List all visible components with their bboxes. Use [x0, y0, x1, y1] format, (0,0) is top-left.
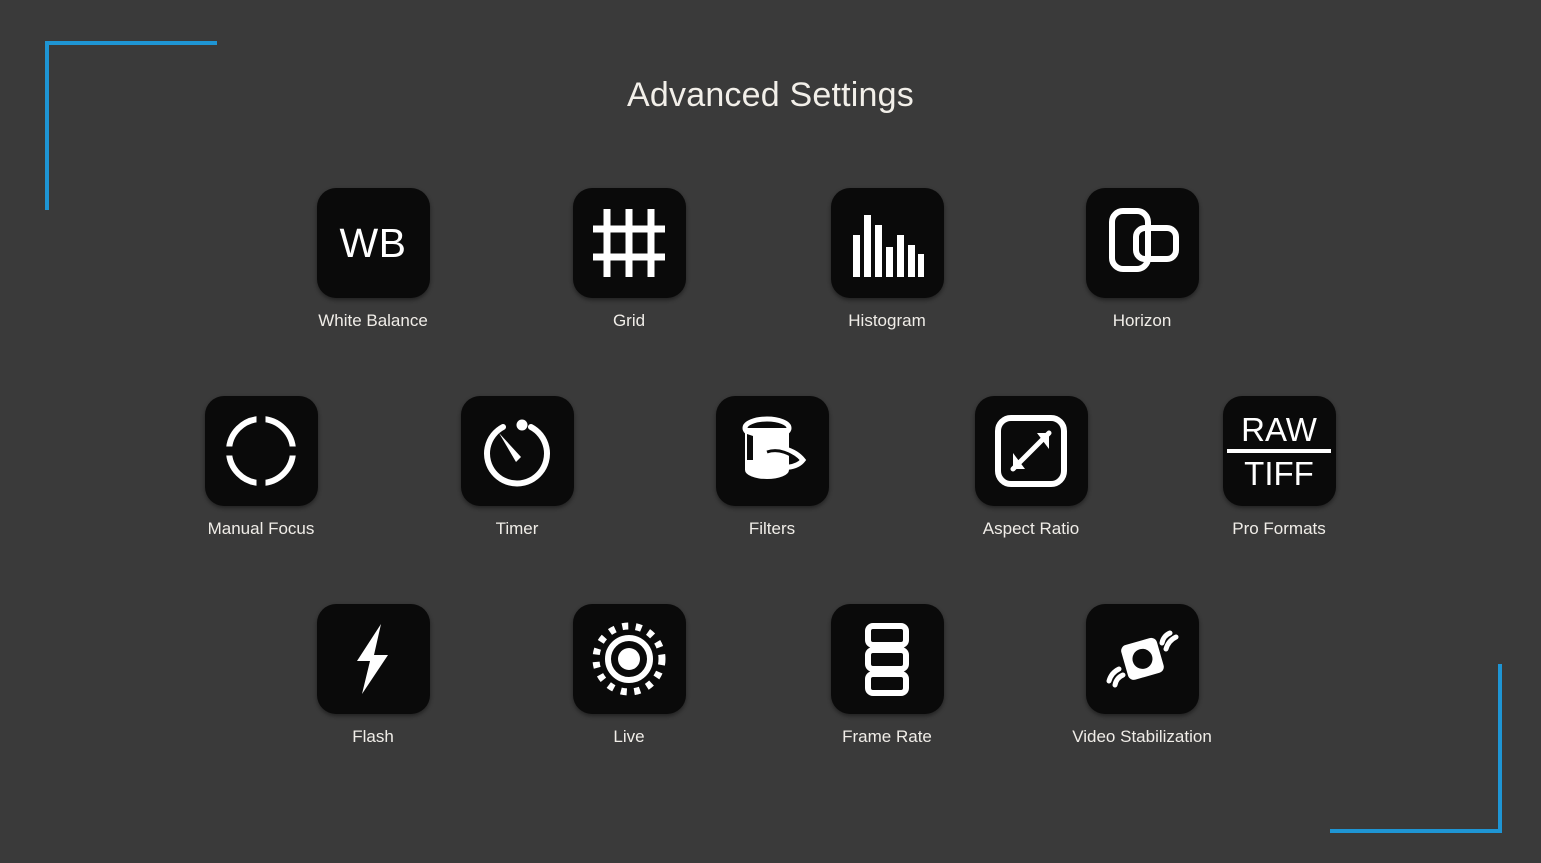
setting-label: Grid — [612, 311, 646, 330]
grid-tile[interactable] — [572, 188, 686, 298]
setting-flash[interactable]: Flash — [288, 604, 458, 747]
grid-icon — [593, 209, 665, 277]
corner-bracket-top-left — [45, 41, 217, 210]
setting-aspect-ratio[interactable]: Aspect Ratio — [946, 396, 1116, 539]
setting-label: Filters — [748, 519, 796, 538]
setting-label: Video Stabilization — [1072, 727, 1212, 746]
film-strip-icon — [865, 623, 909, 696]
lightning-bolt-icon — [357, 624, 388, 694]
setting-grid[interactable]: Grid — [544, 188, 714, 331]
setting-manual-focus[interactable]: Manual Focus — [176, 396, 346, 539]
setting-label: Live — [613, 727, 645, 746]
setting-label: Manual Focus — [207, 519, 315, 538]
setting-label: White Balance — [318, 311, 428, 330]
corner-bracket-bottom-right — [1330, 664, 1502, 833]
live-photo-icon — [592, 622, 666, 696]
setting-label: Timer — [495, 519, 539, 538]
video-stabilization-tile[interactable] — [1085, 604, 1199, 714]
aspect-ratio-tile[interactable] — [974, 396, 1088, 506]
setting-frame-rate[interactable]: Frame Rate — [802, 604, 972, 747]
wb-text-icon: WB — [339, 219, 407, 266]
white-balance-tile[interactable]: WB — [316, 188, 430, 298]
pro-formats-tile[interactable]: RAW TIFF — [1222, 396, 1336, 506]
raw-tiff-text-icon: RAW TIFF — [1227, 413, 1331, 490]
timer-tile[interactable] — [460, 396, 574, 506]
raw-label: RAW — [1241, 410, 1317, 448]
horizon-tile[interactable] — [1085, 188, 1199, 298]
histogram-icon — [853, 215, 924, 277]
setting-timer[interactable]: Timer — [432, 396, 602, 539]
setting-histogram[interactable]: Histogram — [802, 188, 972, 331]
setting-white-balance[interactable]: WB White Balance — [288, 188, 458, 331]
histogram-tile[interactable] — [830, 188, 944, 298]
manual-focus-tile[interactable] — [204, 396, 318, 506]
setting-filters[interactable]: Filters — [687, 396, 857, 539]
setting-label: Aspect Ratio — [982, 519, 1080, 538]
camera-shake-icon — [1106, 630, 1179, 688]
paint-bucket-icon — [742, 416, 807, 479]
diagonal-arrow-icon — [995, 415, 1067, 487]
filters-tile[interactable] — [715, 396, 829, 506]
setting-label: Horizon — [1112, 311, 1172, 330]
setting-label: Flash — [352, 727, 394, 746]
frame-rate-tile[interactable] — [830, 604, 944, 714]
focus-reticle-icon — [223, 413, 299, 489]
setting-label: Frame Rate — [842, 727, 932, 746]
stopwatch-icon — [484, 419, 550, 487]
advanced-settings-screen: Advanced Settings WB White Balance Grid — [0, 0, 1541, 863]
setting-label: Pro Formats — [1232, 519, 1326, 538]
horizon-icon — [1109, 208, 1179, 272]
setting-live[interactable]: Live — [544, 604, 714, 747]
setting-pro-formats[interactable]: RAW TIFF Pro Formats — [1194, 396, 1364, 539]
page-title: Advanced Settings — [627, 76, 914, 114]
setting-label: Histogram — [848, 311, 926, 330]
tiff-label: TIFF — [1244, 454, 1314, 492]
live-tile[interactable] — [572, 604, 686, 714]
divider-rule — [1227, 448, 1331, 453]
flash-tile[interactable] — [316, 604, 430, 714]
setting-horizon[interactable]: Horizon — [1057, 188, 1227, 331]
setting-video-stabilization[interactable]: Video Stabilization — [1057, 604, 1227, 747]
